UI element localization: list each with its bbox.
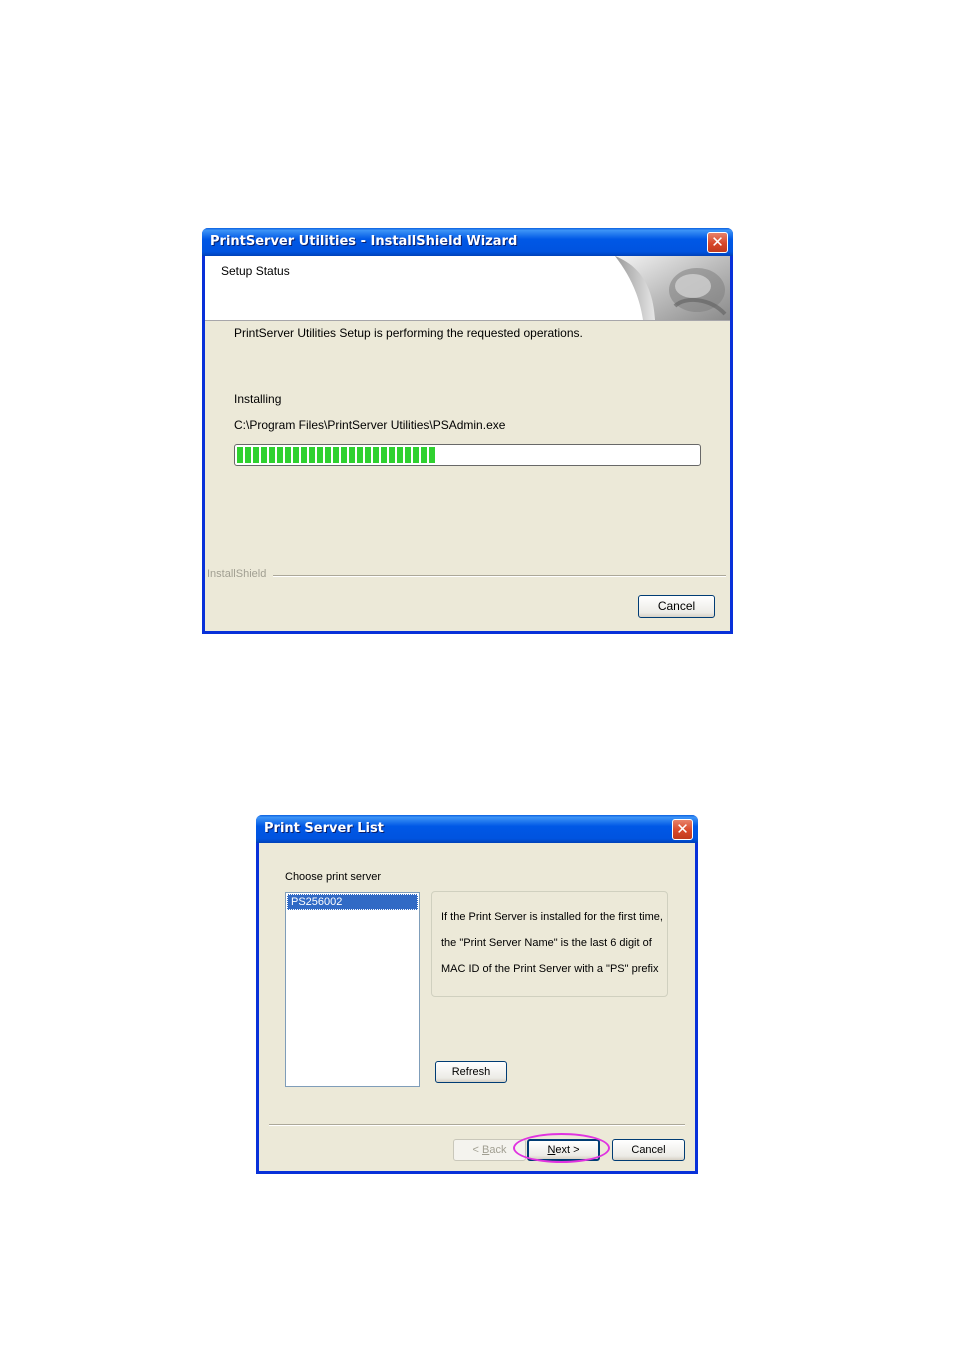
- footer-divider: [269, 1124, 685, 1126]
- status-message: PrintServer Utilities Setup is performin…: [234, 326, 583, 340]
- installshield-banner-icon: [615, 256, 730, 320]
- cancel-button[interactable]: Cancel: [612, 1139, 685, 1161]
- title-bar[interactable]: Print Server List ✕: [256, 815, 698, 843]
- footer-divider: [273, 575, 726, 577]
- choose-server-label: Choose print server: [285, 871, 381, 883]
- print-server-listbox[interactable]: PS256002: [285, 892, 420, 1087]
- window-title: Print Server List: [264, 821, 384, 836]
- close-icon[interactable]: ✕: [672, 819, 693, 840]
- installshield-brand-label: InstallShield: [207, 568, 267, 580]
- info-panel: If the Print Server is installed for the…: [431, 891, 668, 997]
- cancel-button[interactable]: Cancel: [638, 595, 715, 618]
- file-path: C:\Program Files\PrintServer Utilities\P…: [234, 418, 506, 432]
- installshield-wizard-window: PrintServer Utilities - InstallShield Wi…: [202, 228, 733, 634]
- info-text-line: MAC ID of the Print Server with a "PS" p…: [441, 963, 659, 975]
- back-button-label: ack: [489, 1144, 507, 1156]
- progress-fill: [237, 447, 435, 463]
- action-label: Installing: [234, 392, 282, 406]
- wizard-header: Setup Status: [205, 256, 730, 321]
- refresh-button[interactable]: Refresh: [435, 1061, 507, 1083]
- back-button-prefix: <: [472, 1144, 482, 1156]
- back-button[interactable]: < Back: [453, 1139, 526, 1161]
- header-title: Setup Status: [221, 264, 290, 278]
- info-text-line: the "Print Server Name" is the last 6 di…: [441, 937, 652, 949]
- title-bar[interactable]: PrintServer Utilities - InstallShield Wi…: [202, 228, 733, 256]
- install-progress-bar: [234, 444, 701, 466]
- close-icon[interactable]: ✕: [707, 232, 728, 253]
- info-text-line: If the Print Server is installed for the…: [441, 911, 663, 923]
- next-button[interactable]: Next >: [527, 1139, 600, 1161]
- next-button-label: ext >: [555, 1144, 580, 1156]
- print-server-list-window: Print Server List ✕ Choose print server …: [256, 815, 698, 1174]
- list-item[interactable]: PS256002: [287, 894, 418, 910]
- window-title: PrintServer Utilities - InstallShield Wi…: [210, 234, 518, 249]
